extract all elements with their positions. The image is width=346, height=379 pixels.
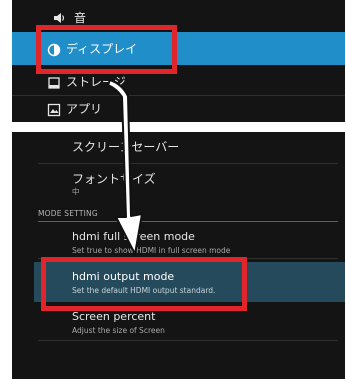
annotation-arrow bbox=[107, 79, 143, 255]
